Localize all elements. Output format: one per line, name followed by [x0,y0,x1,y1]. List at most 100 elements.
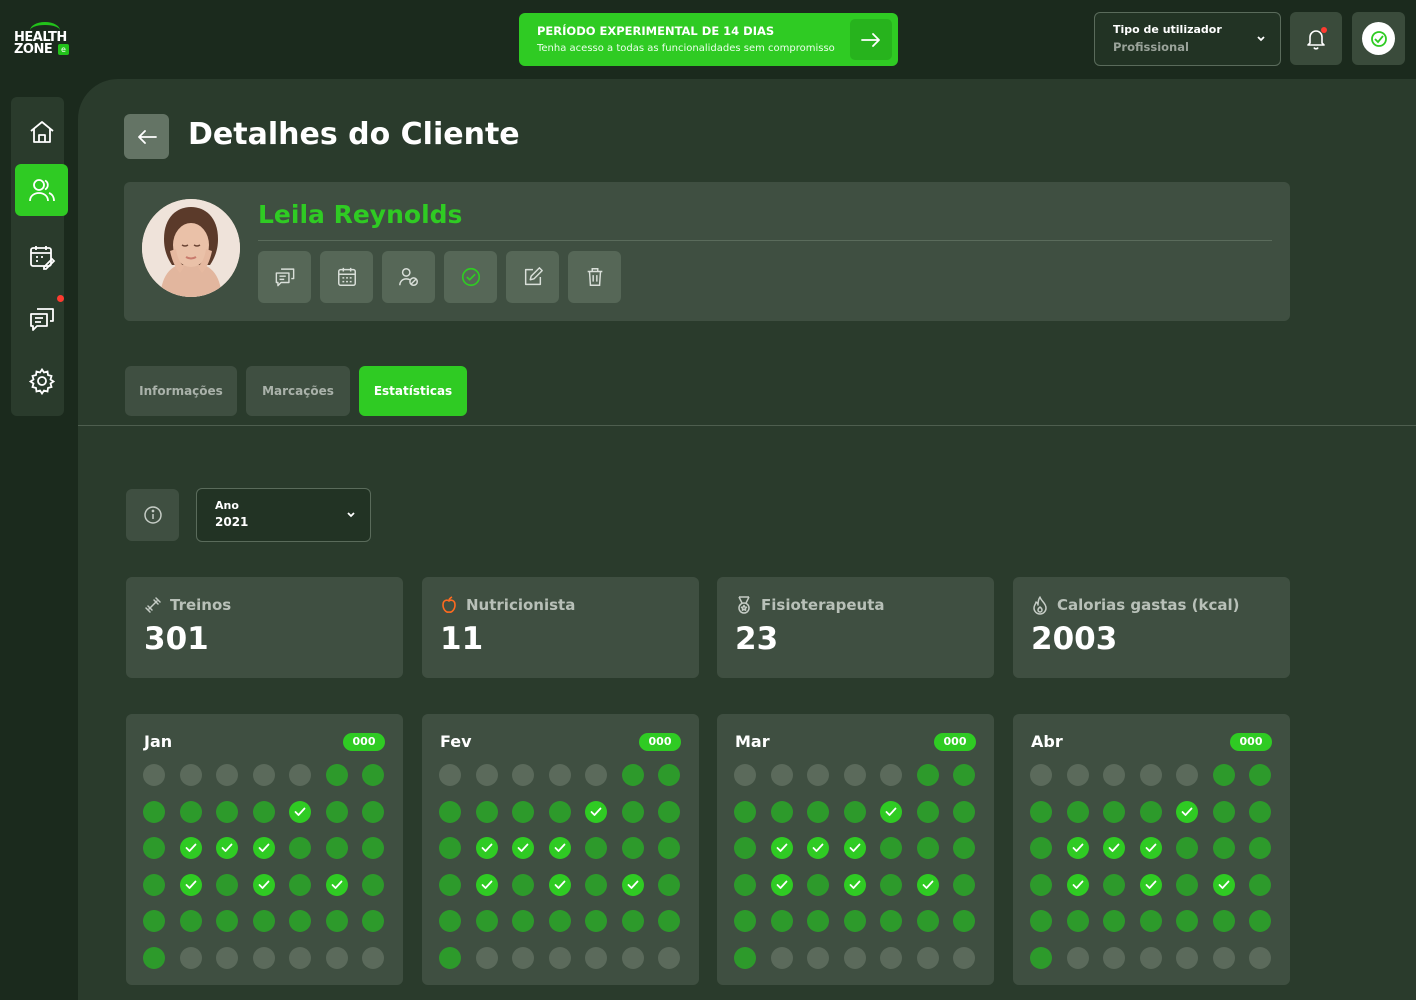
day-dot-active[interactable] [916,800,939,823]
day-dot-active[interactable] [1030,873,1052,896]
day-dot-completed[interactable] [475,873,498,896]
day-dot-completed[interactable] [252,837,275,859]
trial-arrow-button[interactable] [850,19,892,60]
tab-estatisticas[interactable]: Estatísticas [359,366,467,416]
day-dot-completed[interactable] [770,873,793,896]
day-dot-completed[interactable] [621,873,644,896]
day-dot-active[interactable] [953,800,975,823]
day-dot-inactive[interactable] [880,946,902,969]
day-dot-active[interactable] [880,910,902,932]
notifications-button[interactable] [1290,12,1342,65]
day-dot-active[interactable] [1212,800,1235,823]
day-dot-active[interactable] [1103,873,1125,896]
day-dot-active[interactable] [843,800,866,823]
day-dot-inactive[interactable] [585,764,607,786]
client-assign-button[interactable] [382,251,435,303]
day-dot-active[interactable] [216,910,238,932]
day-dot-active[interactable] [143,837,165,859]
day-dot-active[interactable] [143,910,165,932]
day-dot-active[interactable] [843,910,866,932]
day-dot-active[interactable] [1066,800,1089,823]
day-dot-active[interactable] [325,910,348,932]
day-dot-inactive[interactable] [953,946,975,969]
day-dot-inactive[interactable] [1139,946,1162,969]
day-dot-completed[interactable] [916,873,939,896]
day-dot-inactive[interactable] [512,764,534,786]
day-dot-active[interactable] [585,873,607,896]
day-dot-active[interactable] [143,873,165,896]
day-dot-inactive[interactable] [252,764,275,786]
day-dot-active[interactable] [1103,800,1125,823]
year-select[interactable]: Ano 2021 [196,488,371,542]
day-dot-completed[interactable] [512,837,534,859]
day-dot-inactive[interactable] [1176,946,1198,969]
day-dot-active[interactable] [1139,910,1162,932]
day-dot-inactive[interactable] [475,764,498,786]
sidebar-item-calendar[interactable] [15,231,68,283]
day-dot-active[interactable] [621,764,644,786]
day-dot-inactive[interactable] [1176,764,1198,786]
day-dot-completed[interactable] [1139,837,1162,859]
day-dot-active[interactable] [512,910,534,932]
day-dot-active[interactable] [807,873,829,896]
day-dot-inactive[interactable] [1066,946,1089,969]
day-dot-completed[interactable] [548,873,571,896]
day-dot-active[interactable] [325,837,348,859]
day-dot-active[interactable] [548,800,571,823]
day-dot-active[interactable] [621,837,644,859]
day-dot-active[interactable] [325,800,348,823]
day-dot-completed[interactable] [843,837,866,859]
day-dot-inactive[interactable] [475,946,498,969]
day-dot-active[interactable] [658,873,680,896]
day-dot-inactive[interactable] [770,764,793,786]
day-dot-active[interactable] [916,764,939,786]
day-dot-active[interactable] [1176,873,1198,896]
back-button[interactable] [124,114,169,159]
day-dot-active[interactable] [953,873,975,896]
day-dot-active[interactable] [1212,910,1235,932]
day-dot-inactive[interactable] [734,764,756,786]
day-dot-completed[interactable] [807,837,829,859]
day-dot-inactive[interactable] [1066,764,1089,786]
day-dot-active[interactable] [1212,837,1235,859]
day-dot-active[interactable] [585,837,607,859]
day-dot-inactive[interactable] [512,946,534,969]
day-dot-completed[interactable] [1212,873,1235,896]
day-dot-active[interactable] [734,910,756,932]
day-dot-completed[interactable] [1176,800,1198,823]
day-dot-active[interactable] [880,837,902,859]
day-dot-active[interactable] [770,910,793,932]
day-dot-active[interactable] [289,837,311,859]
day-dot-active[interactable] [734,873,756,896]
tab-informacoes[interactable]: Informações [125,366,237,416]
day-dot-active[interactable] [1249,910,1271,932]
day-dot-completed[interactable] [843,873,866,896]
day-dot-active[interactable] [734,837,756,859]
day-dot-inactive[interactable] [770,946,793,969]
day-dot-inactive[interactable] [658,946,680,969]
day-dot-active[interactable] [585,910,607,932]
day-dot-active[interactable] [1030,910,1052,932]
day-dot-active[interactable] [548,910,571,932]
day-dot-inactive[interactable] [252,946,275,969]
client-delete-button[interactable] [568,251,621,303]
sidebar-item-messages[interactable] [15,293,68,345]
day-dot-active[interactable] [916,837,939,859]
day-dot-inactive[interactable] [179,764,202,786]
day-dot-completed[interactable] [1139,873,1162,896]
day-dot-inactive[interactable] [1103,764,1125,786]
day-dot-active[interactable] [953,910,975,932]
day-dot-active[interactable] [439,946,461,969]
day-dot-inactive[interactable] [807,946,829,969]
sidebar-item-home[interactable] [15,106,68,158]
day-dot-active[interactable] [362,837,384,859]
day-dot-inactive[interactable] [1139,764,1162,786]
day-dot-completed[interactable] [179,837,202,859]
tab-marcacoes[interactable]: Marcações [246,366,350,416]
day-dot-active[interactable] [1139,800,1162,823]
day-dot-inactive[interactable] [1249,946,1271,969]
day-dot-active[interactable] [289,873,311,896]
day-dot-inactive[interactable] [439,764,461,786]
day-dot-active[interactable] [1176,910,1198,932]
day-dot-active[interactable] [143,800,165,823]
